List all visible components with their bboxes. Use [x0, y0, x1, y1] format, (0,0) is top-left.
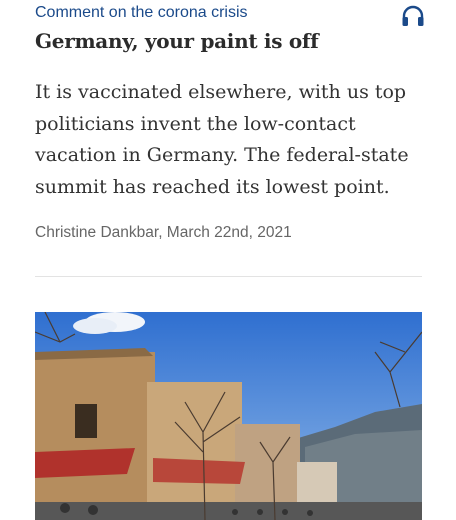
article-kicker: Comment on the corona crisis: [35, 4, 248, 21]
headphones-icon[interactable]: [401, 5, 425, 27]
article-byline: Christine Dankbar, March 22nd, 2021: [35, 224, 292, 241]
article-headline: Germany, your paint is off: [35, 29, 319, 53]
article-lead: It is vaccinated elsewhere, with us top …: [35, 81, 409, 198]
divider: [35, 276, 422, 277]
article-photo[interactable]: [35, 312, 422, 520]
